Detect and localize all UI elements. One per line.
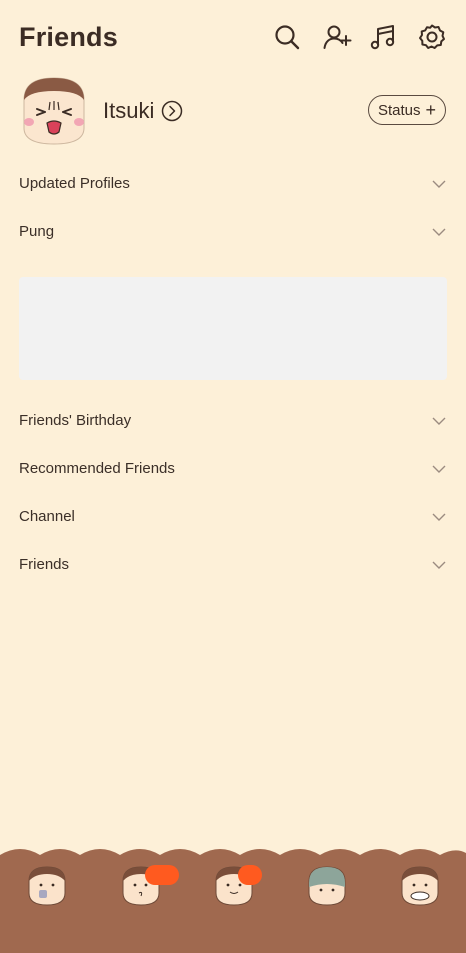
status-button[interactable]: Status + bbox=[368, 95, 446, 125]
section-friends[interactable]: Friends bbox=[0, 545, 466, 585]
music-icon[interactable] bbox=[368, 22, 398, 52]
section-label: Updated Profiles bbox=[19, 175, 130, 192]
add-friend-icon[interactable] bbox=[322, 22, 352, 52]
my-profile[interactable]: Itsuki Status + bbox=[0, 72, 466, 152]
shopping-tab-icon bbox=[308, 866, 346, 906]
page-title: Friends bbox=[19, 22, 118, 52]
chevron-down-icon bbox=[432, 513, 446, 521]
more-tab[interactable] bbox=[398, 863, 442, 907]
friends-tab[interactable] bbox=[25, 863, 69, 907]
shopping-tab[interactable] bbox=[305, 863, 349, 907]
section-updated-profiles[interactable]: Updated Profiles bbox=[0, 164, 466, 204]
chats-tab[interactable] bbox=[119, 863, 179, 907]
chevron-down-icon bbox=[432, 465, 446, 473]
chats-unread-badge bbox=[145, 865, 179, 885]
status-label: Status bbox=[377, 101, 421, 119]
friends-tab-icon bbox=[28, 866, 66, 906]
profile-name[interactable]: Itsuki bbox=[103, 98, 154, 124]
section-label: Recommended Friends bbox=[19, 460, 175, 477]
profile-arrow-icon[interactable] bbox=[161, 100, 183, 122]
avatar[interactable] bbox=[18, 76, 90, 146]
chevron-down-icon bbox=[432, 561, 446, 569]
search-icon[interactable] bbox=[272, 22, 302, 52]
bottom-tab-bar bbox=[0, 847, 466, 953]
settings-icon[interactable] bbox=[417, 22, 447, 52]
section-channel[interactable]: Channel bbox=[0, 497, 466, 537]
section-recommended-friends[interactable]: Recommended Friends bbox=[0, 449, 466, 489]
section-friends-birthday[interactable]: Friends' Birthday bbox=[0, 401, 466, 441]
section-label: Friends' Birthday bbox=[19, 412, 132, 429]
plus-icon: + bbox=[425, 100, 437, 120]
header: Friends bbox=[0, 0, 466, 76]
chevron-down-icon bbox=[432, 228, 446, 236]
chevron-down-icon bbox=[432, 180, 446, 188]
more-tab-icon bbox=[401, 866, 439, 906]
openchat-unread-badge bbox=[238, 865, 262, 885]
section-pung[interactable]: Pung bbox=[0, 212, 466, 252]
chevron-down-icon bbox=[432, 417, 446, 425]
section-label: Pung bbox=[19, 223, 55, 240]
ad-banner[interactable] bbox=[19, 277, 447, 380]
section-label: Channel bbox=[19, 508, 75, 525]
openchat-tab[interactable] bbox=[212, 863, 262, 907]
section-label: Friends bbox=[19, 556, 70, 573]
